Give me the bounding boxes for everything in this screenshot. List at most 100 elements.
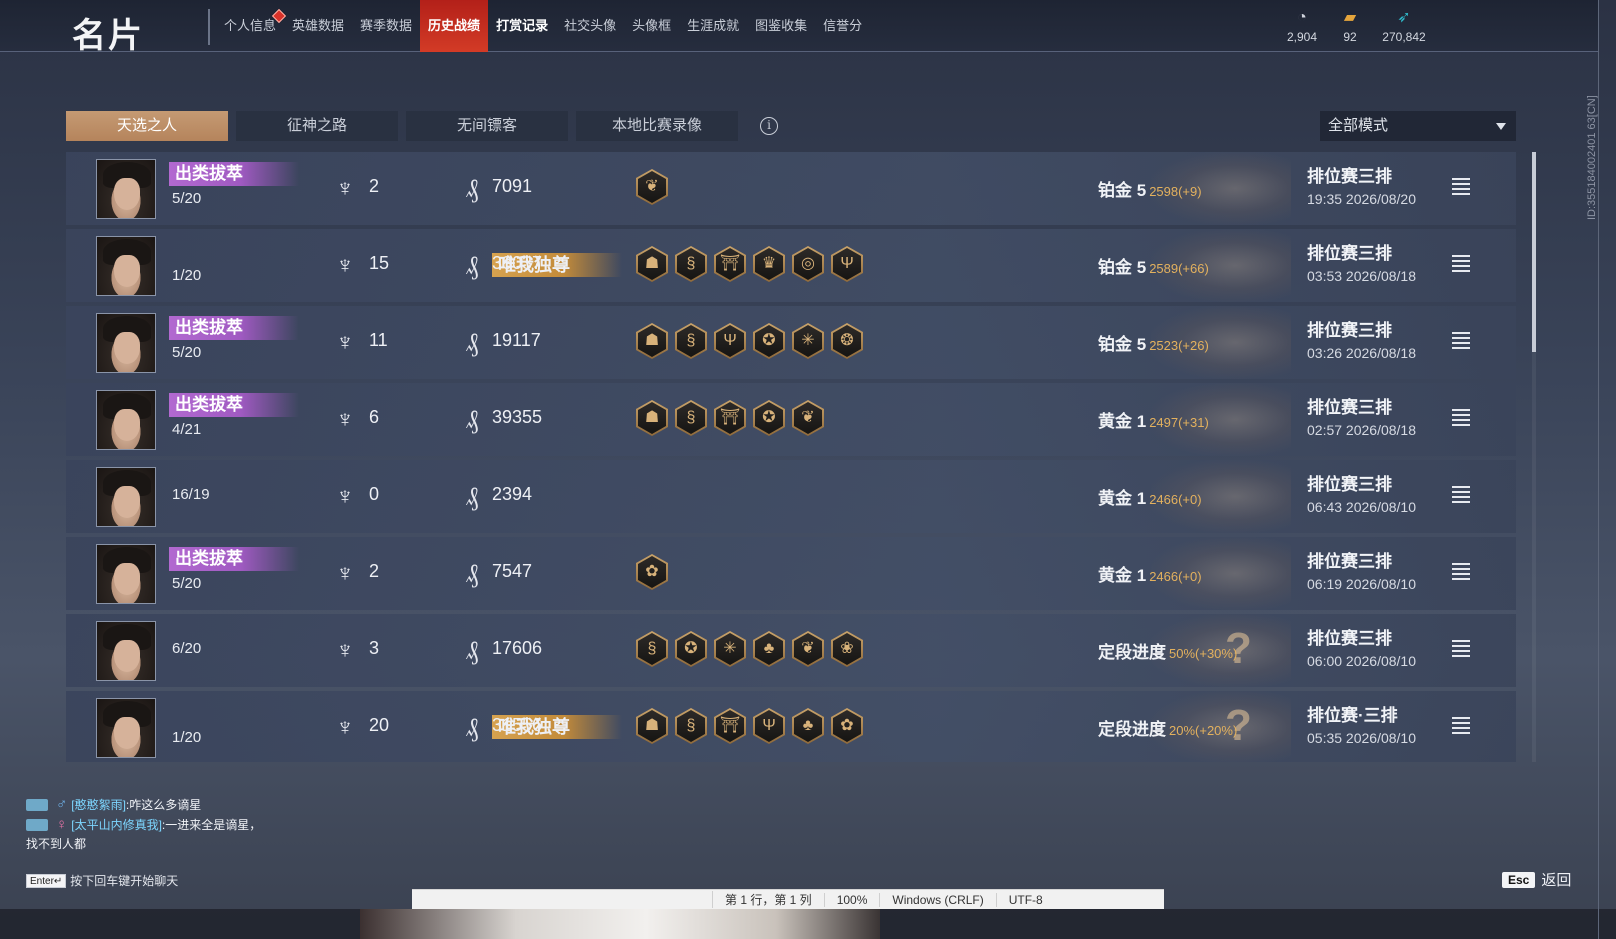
performance-badge: 出类拔萃 [169,316,299,340]
tree-medal-icon[interactable]: ❀ [831,631,863,667]
mode-select-value: 全部模式 [1328,117,1389,134]
back-label: 返回 [1541,872,1572,889]
chat-sender[interactable]: [太平山内修真我] [71,815,162,835]
clover-medal-icon[interactable]: ♣ [753,631,785,667]
detail-menu-icon[interactable] [1452,486,1470,503]
gold-value: 7091 [492,176,533,196]
kills-value: 15 [369,253,390,273]
rank-score-change: 2466(+0) [1149,492,1202,507]
match-row[interactable]: 出类拔萃 4/21 ♆ 6 ₰ 39355 ☗ § ⛩ ✪ ❦ 黄金 1 2497(+31) 排位赛三排 0… [66,383,1516,456]
nav-item-6[interactable]: 头像框 [624,0,679,52]
match-row[interactable]: 出类拔萃 5/20 ♆ 2 ₰ 7547 ✿ 黄金 1 2466(+0) 排位赛三排 06:19 2… [66,537,1516,610]
flower-medal-icon[interactable]: ✿ [831,708,863,744]
flower-medal-icon[interactable]: ✿ [636,554,668,590]
nav-item-9[interactable]: 信誉分 [815,0,870,52]
snake-medal-icon[interactable]: § [636,631,668,667]
tab-3[interactable]: 本地比赛录像 [576,111,738,141]
nav-item-7[interactable]: 生涯成就 [679,0,747,52]
clover-medal-icon[interactable]: ♣ [792,708,824,744]
match-row[interactable]: 唯我独尊1/20♆20₰31556☗§⛩Ψ♣✿定段进度20%(+20%)排位赛·… [66,691,1516,762]
rank-tier: 铂金 5 2589(+66) [1098,253,1209,278]
kda-value: 5/20 [172,190,202,207]
detail-menu-icon[interactable] [1452,255,1470,272]
mask-medal-icon[interactable]: ☗ [636,246,668,282]
rank-score-change: 2589(+66) [1149,261,1209,276]
mask-medal-icon[interactable]: ☗ [636,323,668,359]
match-row[interactable]: 6/20 ♆ 3 ₰ 17606 §✪✳♣❦❀ 定段进度50%(+30%) 排位赛三排 06:0… [66,614,1516,687]
nav-item-label: 图鉴收集 [755,18,808,33]
gold-icon: ₰ [465,636,479,666]
match-mode: 排位赛三排 [1307,552,1392,571]
snake-medal-icon[interactable]: § [675,708,707,744]
nav-item-8[interactable]: 图鉴收集 [747,0,815,52]
nav-item-1[interactable]: 英雄数据 [284,0,352,52]
wings-medal-icon[interactable]: ❦ [636,169,668,205]
match-mode: 排位赛三排 [1307,244,1392,263]
dragon-medal-icon[interactable]: ❂ [831,323,863,359]
detail-menu-icon[interactable] [1452,640,1470,657]
match-mode: 排位赛三排 [1307,475,1392,494]
match-time: 03:53 2026/08/18 [1307,268,1416,284]
ring-medal-icon[interactable]: ✪ [753,400,785,436]
gate-medal-icon[interactable]: ⛩ [714,400,746,436]
cross-medal-icon[interactable]: ✳ [792,323,824,359]
scrollbar-thumb[interactable] [1532,152,1536,352]
nav-item-3[interactable]: 历史战绩 [420,0,489,52]
avatar-face [114,486,140,518]
snake-medal-icon[interactable]: § [675,400,707,436]
chat-sender[interactable]: [憨憨絮雨] [71,795,126,815]
mask-medal-icon[interactable]: ☗ [636,400,668,436]
detail-menu-icon[interactable] [1452,717,1470,734]
enter-key-icon: Enter↵ [26,873,67,888]
gate-medal-icon[interactable]: ⛩ [714,246,746,282]
rank-tier-name: 黄金 1 [1098,566,1147,585]
tab-1[interactable]: 征神之路 [236,111,398,141]
chat-hint[interactable]: Enter↵ 按下回车键开始聊天 [26,872,178,889]
match-mode: 排位赛三排 [1307,167,1392,186]
trident-medal-icon[interactable]: Ψ [753,708,785,744]
cross-medal-icon[interactable]: ✳ [714,631,746,667]
hero-avatar [96,159,156,219]
nav-item-2[interactable]: 赛季数据 [352,0,420,52]
snake-medal-icon[interactable]: § [675,246,707,282]
crown-medal-icon[interactable]: ♛ [753,246,785,282]
tab-2[interactable]: 无间镖客 [406,111,568,141]
match-row[interactable]: 出类拔萃 5/20 ♆ 2 ₰ 7091 ❦ 铂金 5 2598(+9) 排位赛三排 19:35 2… [66,152,1516,225]
esc-key-icon: Esc [1502,871,1536,888]
kills-icon: ♆ [336,483,354,510]
mask-medal-icon[interactable]: ☗ [636,708,668,744]
match-row[interactable]: 出类拔萃 5/20 ♆ 11 ₰ 19117 ☗ § Ψ ✪ ✳ ❂ 铂金 5 2523(+26) 排位赛三… [66,306,1516,379]
wings-medal-icon[interactable]: ❦ [792,631,824,667]
medal-list: ☗ § ⛩ ✪ ❦ [636,400,824,436]
wings-medal-icon[interactable]: ❦ [792,400,824,436]
kda-value: 16/19 [172,486,210,503]
spiral-medal-icon[interactable]: ◎ [792,246,824,282]
rank-tier-name: 铂金 5 [1098,335,1147,354]
snake-medal-icon[interactable]: § [675,323,707,359]
tab-0[interactable]: 天选之人 [66,111,228,141]
ring-medal-icon[interactable]: ✪ [753,323,785,359]
rank-tier-name: 黄金 1 [1098,412,1147,431]
nav-item-0[interactable]: 个人信息 [216,0,287,52]
detail-menu-icon[interactable] [1452,409,1470,426]
trident-medal-icon[interactable]: Ψ [831,246,863,282]
trident-medal-icon[interactable]: Ψ [714,323,746,359]
mode-tabs: 天选之人 征神之路 无间镖客 本地比赛录像 [66,111,738,141]
gate-medal-icon[interactable]: ⛩ [714,708,746,744]
back-button[interactable]: Esc 返回 [1502,869,1571,890]
nav-item-4[interactable]: 打赏记录 [488,0,556,52]
detail-menu-icon[interactable] [1452,332,1470,349]
kills-value: 11 [369,330,388,350]
nav-item-label: 生涯成就 [687,18,740,33]
nav-item-5[interactable]: 社交头像 [556,0,624,52]
chat-text: :一进来全是谪星， [161,818,262,832]
kills-value: 0 [369,484,380,504]
info-icon[interactable]: i [760,117,778,135]
rank-score-change: 2523(+26) [1149,338,1209,353]
detail-menu-icon[interactable] [1452,563,1470,580]
match-row[interactable]: 唯我独尊 1/20 ♆ 15 ₰ 38037 ☗ § ⛩ ♛ ◎ Ψ 铂金 5 2589(+66) 排位赛三… [66,229,1516,302]
match-row[interactable]: 16/19 ♆ 0 ₰ 2394 黄金 1 2466(+0) 排位赛三排 06:43 2026/… [66,460,1516,533]
mode-select[interactable]: 全部模式 [1320,111,1516,141]
detail-menu-icon[interactable] [1452,178,1470,195]
ring-medal-icon[interactable]: ✪ [675,631,707,667]
